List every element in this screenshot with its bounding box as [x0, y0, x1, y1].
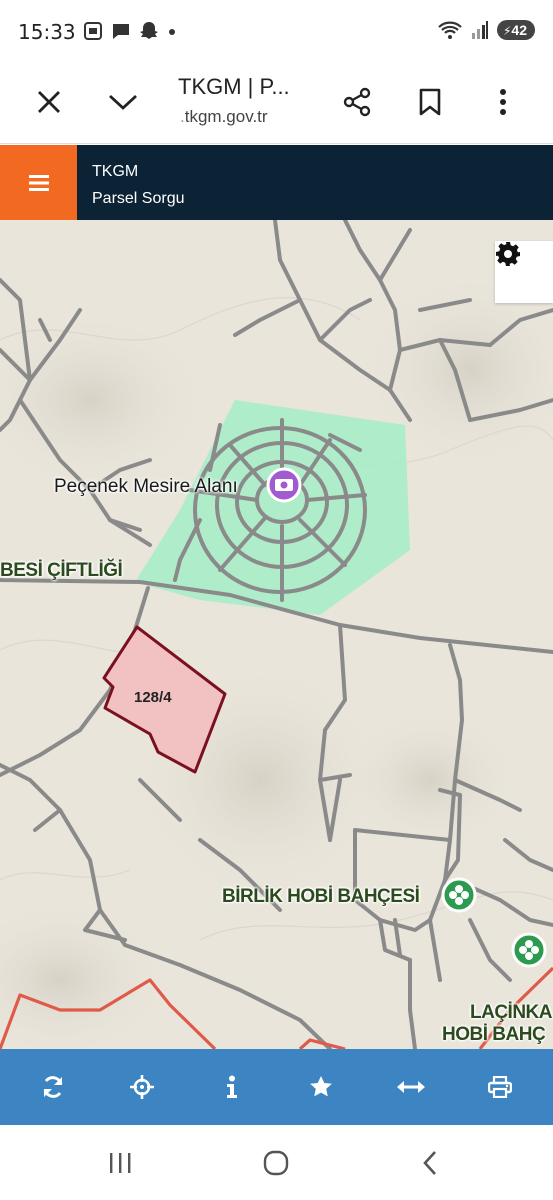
locate-icon [130, 1075, 155, 1099]
settings-button[interactable] [495, 241, 553, 303]
system-icons: ⚡42 [437, 19, 535, 41]
locate-button[interactable] [112, 1057, 172, 1117]
snapchat-icon [140, 22, 158, 39]
recent-apps-icon[interactable] [100, 1147, 140, 1179]
place-label: LAÇİNKA [470, 1002, 553, 1023]
wifi-icon [438, 21, 462, 39]
refresh-icon [43, 1076, 63, 1098]
screenshot-icon [84, 22, 102, 40]
map-view[interactable]: Peçenek Mesire Alanı BESİ ÇİFTLİĞİ BİRLİ… [0, 220, 553, 1049]
chevron-down-icon[interactable] [101, 80, 145, 124]
hobby-garden-icon[interactable] [511, 932, 547, 968]
map-toolbar [0, 1049, 553, 1125]
favorite-button[interactable] [291, 1057, 351, 1117]
share-icon[interactable] [335, 80, 379, 124]
info-icon [226, 1075, 237, 1098]
map-canvas[interactable] [0, 220, 553, 1049]
terrain-shade [340, 710, 520, 850]
favorite-icon [310, 1076, 333, 1097]
poi-label: Peçenek Mesire Alanı [54, 476, 238, 497]
close-icon[interactable] [27, 80, 71, 124]
print-icon [488, 1076, 513, 1098]
app-header: TKGM Parsel Sorgu [0, 145, 553, 220]
browser-toolbar: TKGM | P... .tkgm.gov.tr [0, 62, 553, 144]
measure-icon [396, 1081, 425, 1093]
more-options-icon[interactable] [481, 80, 525, 124]
camera-poi-icon[interactable] [266, 467, 302, 503]
print-button[interactable] [470, 1057, 530, 1117]
notification-icons [82, 20, 178, 42]
home-icon[interactable] [256, 1147, 296, 1179]
place-label: BİRLİK HOBİ BAHÇESİ [222, 886, 420, 907]
battery-indicator: ⚡42 [496, 20, 535, 40]
place-label: HOBİ BAHÇ [442, 1024, 546, 1045]
app-title: TKGM [92, 163, 139, 180]
menu-button[interactable] [0, 145, 77, 220]
refresh-button[interactable] [23, 1057, 83, 1117]
terrain-shade [0, 900, 170, 1049]
hobby-garden-icon[interactable] [441, 877, 477, 913]
status-time: 15:33 [18, 20, 76, 44]
page-url[interactable]: .tkgm.gov.tr [180, 107, 268, 127]
measure-button[interactable] [381, 1057, 441, 1117]
parcel-label: 128/4 [134, 689, 172, 706]
hamburger-icon [28, 174, 49, 191]
dot-icon [169, 29, 175, 35]
gear-icon [496, 242, 520, 266]
status-bar: 15:33 ⚡42 [0, 0, 553, 62]
signal-icon [471, 21, 488, 39]
info-button[interactable] [202, 1057, 262, 1117]
bookmark-icon[interactable] [408, 80, 452, 124]
back-icon[interactable] [410, 1147, 450, 1179]
system-navigation-bar [0, 1125, 553, 1200]
chat-icon [113, 24, 129, 39]
page-title[interactable]: TKGM | P... [178, 74, 290, 100]
app-subtitle: Parsel Sorgu [92, 190, 185, 207]
place-label: BESİ ÇİFTLİĞİ [0, 560, 123, 581]
